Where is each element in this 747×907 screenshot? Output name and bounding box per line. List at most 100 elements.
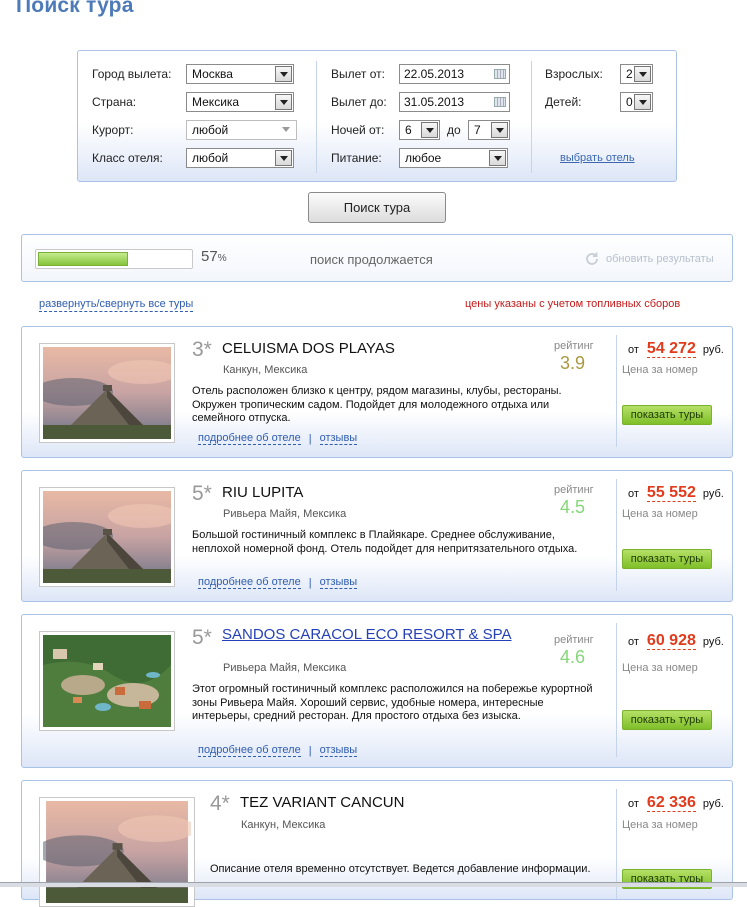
price-from-label: от xyxy=(628,636,639,648)
refresh-results-button[interactable]: обновить результаты xyxy=(584,251,714,267)
progress-bar xyxy=(35,249,193,269)
hotel-photo[interactable] xyxy=(39,631,175,731)
chevron-down-icon xyxy=(278,122,295,138)
hotel-details-link[interactable]: подробнее об отеле xyxy=(198,576,301,589)
progress-percent-sign: % xyxy=(217,253,227,264)
show-tours-button[interactable]: показать туры xyxy=(622,549,712,569)
nights-label: Ночей от: xyxy=(331,123,385,137)
hotel-location: Ривьера Майя, Мексика xyxy=(223,508,347,520)
hotel-reviews-link[interactable]: отзывы xyxy=(319,432,358,445)
form-column-guests: Взрослых: 2 Детей: 0 выбрать отель xyxy=(531,61,677,173)
departure-city-select[interactable]: Москва xyxy=(186,64,294,84)
pyramid-photo-image xyxy=(43,801,191,903)
price-from-label: от xyxy=(628,488,639,500)
rating-label: рейтинг xyxy=(554,484,594,496)
resort-select[interactable]: любой xyxy=(186,120,297,140)
calendar-icon[interactable] xyxy=(494,69,506,79)
meal-select[interactable]: любое xyxy=(399,148,508,168)
hotel-class-select[interactable]: любой xyxy=(186,148,294,168)
price-block: от 54 272 руб. xyxy=(628,340,724,358)
hotel-card: 3* CELUISMA DOS PLAYAS Канкун, Мексика О… xyxy=(21,326,733,458)
price-amount[interactable]: 62 336 xyxy=(646,794,696,812)
show-tours-button[interactable]: показать туры xyxy=(622,710,712,730)
price-block: от 62 336 руб. xyxy=(628,794,724,812)
hotel-location: Канкун, Мексика xyxy=(241,819,326,831)
depart-from-label: Вылет от: xyxy=(331,67,385,81)
hotel-photo[interactable] xyxy=(39,797,195,907)
hotel-name: TEZ VARIANT CANCUN xyxy=(240,794,405,811)
calendar-icon[interactable] xyxy=(494,97,506,107)
nights-from-select[interactable]: 6 xyxy=(399,120,440,140)
hotel-description: Отель расположен близко к центру, рядом … xyxy=(192,385,562,424)
price-note: Цена за номер xyxy=(622,364,698,376)
link-separator: | xyxy=(308,744,312,757)
price-note: Цена за номер xyxy=(622,508,698,520)
hotel-photo[interactable] xyxy=(39,487,175,587)
price-amount[interactable]: 60 928 xyxy=(646,632,696,650)
country-select[interactable]: Мексика xyxy=(186,92,294,112)
price-block: от 55 552 руб. xyxy=(628,484,724,502)
price-currency: руб. xyxy=(702,636,724,648)
adults-label: Взрослых: xyxy=(545,67,603,81)
hotel-reviews-link[interactable]: отзывы xyxy=(319,744,358,757)
rating-label: рейтинг xyxy=(554,340,594,352)
nights-to-value: 7 xyxy=(474,123,481,137)
hotel-stars: 5* xyxy=(192,482,212,505)
nights-to-select[interactable]: 7 xyxy=(468,120,510,140)
children-label: Детей: xyxy=(545,95,582,109)
choose-hotel-link[interactable]: выбрать отель xyxy=(560,152,635,164)
meal-label: Питание: xyxy=(331,151,382,165)
search-tour-button[interactable]: Поиск тура xyxy=(308,192,446,223)
children-select[interactable]: 0 xyxy=(620,92,653,112)
hotel-name: RIU LUPITA xyxy=(222,484,304,501)
price-note: Цена за номер xyxy=(622,819,698,831)
hotel-reviews-link[interactable]: отзывы xyxy=(319,576,358,589)
hotel-details-link[interactable]: подробнее об отеле xyxy=(198,744,301,757)
hotel-links: подробнее об отеле | отзывы xyxy=(198,744,358,757)
refresh-icon xyxy=(586,252,598,265)
depart-from-date-input[interactable]: 22.05.2013 xyxy=(399,64,510,84)
rating-value: 4.6 xyxy=(560,647,586,667)
departure-city-label: Город вылета: xyxy=(92,67,172,81)
hotel-stars: 3* xyxy=(192,338,212,361)
departure-city-value: Москва xyxy=(192,67,233,81)
hotel-location: Ривьера Майя, Мексика xyxy=(223,662,347,674)
adults-select[interactable]: 2 xyxy=(620,64,653,84)
progress-bar-fill xyxy=(38,252,128,266)
hotel-photo[interactable] xyxy=(39,343,175,443)
search-form: Город вылета: Москва Страна: Мексика Кур… xyxy=(77,50,677,182)
resort-value: любой xyxy=(192,123,229,137)
hotel-details-link[interactable]: подробнее об отеле xyxy=(198,432,301,445)
depart-to-value: 31.05.2013 xyxy=(404,95,465,109)
nights-to-label: до xyxy=(447,123,461,137)
refresh-results-label: обновить результаты xyxy=(606,253,714,265)
progress-percent-value: 57 xyxy=(201,248,218,265)
hotel-location: Канкун, Мексика xyxy=(223,364,308,376)
expand-collapse-all-link[interactable]: развернуть/свернуть все туры xyxy=(39,298,194,312)
hotel-description: Этот огромный гостиничный комплекс распо… xyxy=(192,683,593,722)
price-block: от 60 928 руб. xyxy=(628,632,724,650)
hotel-name-link[interactable]: SANDOS CARACOL ECO RESORT & SPA xyxy=(222,626,512,643)
price-amount[interactable]: 54 272 xyxy=(646,340,696,358)
hotel-class-label: Класс отеля: xyxy=(92,151,163,165)
hotel-class-value: любой xyxy=(192,151,229,165)
hotel-card: 5* RIU LUPITA Ривьера Майя, Мексика Боль… xyxy=(21,470,733,602)
adults-value: 2 xyxy=(626,67,633,81)
price-currency: руб. xyxy=(702,798,724,810)
hotel-card: 5* SANDOS CARACOL ECO RESORT & SPA Ривье… xyxy=(21,614,733,768)
show-tours-button[interactable]: показать туры xyxy=(622,405,712,425)
rating-value: 4.5 xyxy=(560,497,586,517)
rating-label: рейтинг xyxy=(554,634,594,646)
depart-to-date-input[interactable]: 31.05.2013 xyxy=(399,92,510,112)
chevron-down-icon xyxy=(491,122,508,138)
children-value: 0 xyxy=(626,95,633,109)
meal-value: любое xyxy=(405,151,442,165)
price-amount[interactable]: 55 552 xyxy=(646,484,696,502)
resort-label: Курорт: xyxy=(92,123,134,137)
chevron-down-icon xyxy=(275,66,292,82)
price-note: Цена за номер xyxy=(622,662,698,674)
fuel-surcharge-note: цены указаны с учетом топливных сборов xyxy=(465,298,681,310)
hotel-name: CELUISMA DOS PLAYAS xyxy=(222,340,395,357)
divider xyxy=(616,623,617,757)
chevron-down-icon xyxy=(275,150,292,166)
